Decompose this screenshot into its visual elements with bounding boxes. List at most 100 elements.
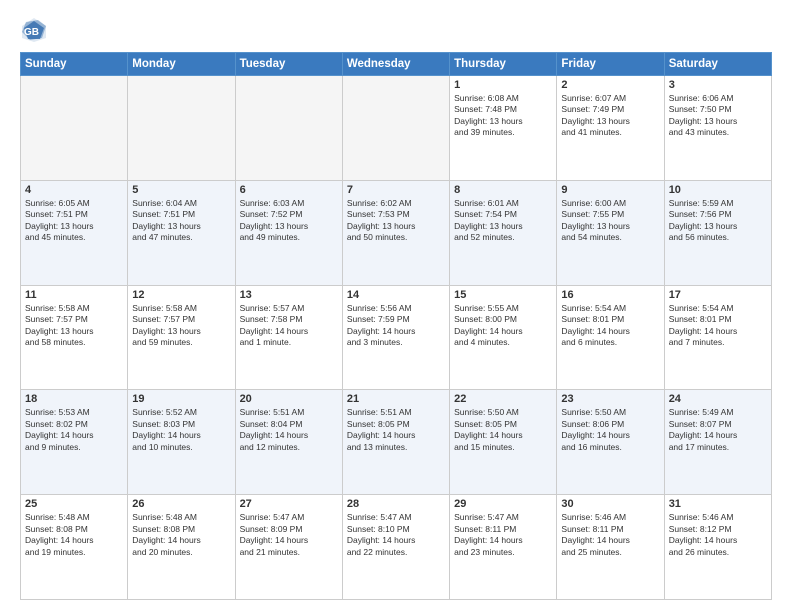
calendar-cell: 6Sunrise: 6:03 AMSunset: 7:52 PMDaylight…	[235, 180, 342, 285]
day-info: Sunrise: 5:57 AMSunset: 7:58 PMDaylight:…	[240, 303, 338, 349]
day-number: 30	[561, 498, 659, 510]
calendar-cell: 17Sunrise: 5:54 AMSunset: 8:01 PMDayligh…	[664, 285, 771, 390]
day-number: 1	[454, 79, 552, 91]
day-number: 27	[240, 498, 338, 510]
day-info: Sunrise: 6:06 AMSunset: 7:50 PMDaylight:…	[669, 93, 767, 139]
day-number: 29	[454, 498, 552, 510]
calendar-cell: 10 Sunrise: 5:59 AMSunset: 7:56 PMDayligh…	[664, 180, 771, 285]
day-number: 2	[561, 79, 659, 91]
logo: GB	[20, 16, 50, 44]
calendar-cell: 26 Sunrise: 5:48 AMSunset: 8:08 PMDayligh…	[128, 495, 235, 600]
day-number: 23	[561, 393, 659, 405]
day-number: 24	[669, 393, 767, 405]
day-info: Sunrise: 6:07 AMSunset: 7:49 PMDaylight:…	[561, 93, 659, 139]
day-number: 11	[25, 289, 123, 301]
calendar-header-saturday: Saturday	[664, 53, 771, 76]
calendar-cell: 11 Sunrise: 5:58 AMSunset: 7:57 PMDayligh…	[21, 285, 128, 390]
logo-icon: GB	[20, 16, 48, 44]
calendar-cell	[342, 76, 449, 181]
calendar-week-1: 1Sunrise: 6:08 AMSunset: 7:48 PMDaylight…	[21, 76, 772, 181]
calendar-week-3: 11 Sunrise: 5:58 AMSunset: 7:57 PMDayligh…	[21, 285, 772, 390]
day-number: 31	[669, 498, 767, 510]
day-number: 28	[347, 498, 445, 510]
calendar-header-wednesday: Wednesday	[342, 53, 449, 76]
day-info: Sunrise: 5:49 AMSunset: 8:07 PMDaylight:…	[669, 407, 767, 453]
calendar-cell: 9Sunrise: 6:00 AMSunset: 7:55 PMDaylight…	[557, 180, 664, 285]
day-number: 26	[132, 498, 230, 510]
day-number: 12	[132, 289, 230, 301]
day-number: 4	[25, 184, 123, 196]
day-info: Sunrise: 5:47 AMSunset: 8:09 PMDaylight:…	[240, 512, 338, 558]
day-info: Sunrise: 5:54 AMSunset: 8:01 PMDaylight:…	[561, 303, 659, 349]
calendar-header-thursday: Thursday	[450, 53, 557, 76]
day-number: 7	[347, 184, 445, 196]
calendar-cell: 20Sunrise: 5:51 AMSunset: 8:04 PMDayligh…	[235, 390, 342, 495]
day-number: 18	[25, 393, 123, 405]
calendar-cell: 28 Sunrise: 5:47 AMSunset: 8:10 PMDayligh…	[342, 495, 449, 600]
day-info: Sunrise: 5:50 AMSunset: 8:05 PMDaylight:…	[454, 407, 552, 453]
day-info: Sunrise: 5:58 AMSunset: 7:57 PMDaylight:…	[25, 303, 123, 349]
calendar-cell: 8Sunrise: 6:01 AMSunset: 7:54 PMDaylight…	[450, 180, 557, 285]
calendar-cell: 24 Sunrise: 5:49 AMSunset: 8:07 PMDayligh…	[664, 390, 771, 495]
day-info: Sunrise: 5:50 AMSunset: 8:06 PMDaylight:…	[561, 407, 659, 453]
day-number: 14	[347, 289, 445, 301]
day-number: 25	[25, 498, 123, 510]
day-info: Sunrise: 6:04 AMSunset: 7:51 PMDaylight:…	[132, 198, 230, 244]
calendar-week-5: 25 Sunrise: 5:48 AMSunset: 8:08 PMDayligh…	[21, 495, 772, 600]
day-number: 15	[454, 289, 552, 301]
calendar-cell: 29 Sunrise: 5:47 AMSunset: 8:11 PMDayligh…	[450, 495, 557, 600]
day-number: 16	[561, 289, 659, 301]
day-number: 5	[132, 184, 230, 196]
calendar-cell: 15 Sunrise: 5:55 AMSunset: 8:00 PMDayligh…	[450, 285, 557, 390]
calendar-cell: 21Sunrise: 5:51 AMSunset: 8:05 PMDayligh…	[342, 390, 449, 495]
calendar-cell: 19 Sunrise: 5:52 AMSunset: 8:03 PMDayligh…	[128, 390, 235, 495]
day-number: 10	[669, 184, 767, 196]
day-info: Sunrise: 5:46 AMSunset: 8:11 PMDaylight:…	[561, 512, 659, 558]
header: GB	[20, 16, 772, 44]
day-info: Sunrise: 6:05 AMSunset: 7:51 PMDaylight:…	[25, 198, 123, 244]
calendar-cell: 27 Sunrise: 5:47 AMSunset: 8:09 PMDayligh…	[235, 495, 342, 600]
calendar-cell: 2 Sunrise: 6:07 AMSunset: 7:49 PMDaylight…	[557, 76, 664, 181]
calendar-header-monday: Monday	[128, 53, 235, 76]
calendar-header-row: SundayMondayTuesdayWednesdayThursdayFrid…	[21, 53, 772, 76]
day-info: Sunrise: 5:48 AMSunset: 8:08 PMDaylight:…	[132, 512, 230, 558]
calendar-week-4: 18 Sunrise: 5:53 AMSunset: 8:02 PMDayligh…	[21, 390, 772, 495]
day-number: 22	[454, 393, 552, 405]
calendar-cell: 3 Sunrise: 6:06 AMSunset: 7:50 PMDaylight…	[664, 76, 771, 181]
day-number: 13	[240, 289, 338, 301]
day-info: Sunrise: 5:46 AMSunset: 8:12 PMDaylight:…	[669, 512, 767, 558]
day-info: Sunrise: 5:47 AMSunset: 8:11 PMDaylight:…	[454, 512, 552, 558]
day-info: Sunrise: 5:59 AMSunset: 7:56 PMDaylight:…	[669, 198, 767, 244]
calendar-cell: 30 Sunrise: 5:46 AMSunset: 8:11 PMDayligh…	[557, 495, 664, 600]
calendar-week-2: 4 Sunrise: 6:05 AMSunset: 7:51 PMDaylight…	[21, 180, 772, 285]
calendar-header-sunday: Sunday	[21, 53, 128, 76]
calendar-cell: 23 Sunrise: 5:50 AMSunset: 8:06 PMDayligh…	[557, 390, 664, 495]
calendar-cell: 18 Sunrise: 5:53 AMSunset: 8:02 PMDayligh…	[21, 390, 128, 495]
calendar-cell: 16 Sunrise: 5:54 AMSunset: 8:01 PMDayligh…	[557, 285, 664, 390]
calendar-cell	[235, 76, 342, 181]
day-number: 3	[669, 79, 767, 91]
day-number: 9	[561, 184, 659, 196]
day-info: Sunrise: 5:52 AMSunset: 8:03 PMDaylight:…	[132, 407, 230, 453]
day-info: Sunrise: 5:56 AMSunset: 7:59 PMDaylight:…	[347, 303, 445, 349]
calendar-cell: 31 Sunrise: 5:46 AMSunset: 8:12 PMDayligh…	[664, 495, 771, 600]
calendar-cell: 25Sunrise: 5:48 AMSunset: 8:08 PMDayligh…	[21, 495, 128, 600]
day-number: 20	[240, 393, 338, 405]
calendar-table: SundayMondayTuesdayWednesdayThursdayFrid…	[20, 52, 772, 600]
calendar-cell	[128, 76, 235, 181]
calendar-cell: 13 Sunrise: 5:57 AMSunset: 7:58 PMDayligh…	[235, 285, 342, 390]
day-info: Sunrise: 5:55 AMSunset: 8:00 PMDaylight:…	[454, 303, 552, 349]
page: GB SundayMondayTuesdayWednesdayThursdayF…	[0, 0, 792, 612]
day-info: Sunrise: 5:47 AMSunset: 8:10 PMDaylight:…	[347, 512, 445, 558]
day-info: Sunrise: 5:51 AMSunset: 8:05 PMDaylight:…	[347, 407, 445, 453]
calendar-cell: 12Sunrise: 5:58 AMSunset: 7:57 PMDayligh…	[128, 285, 235, 390]
calendar-cell: 4 Sunrise: 6:05 AMSunset: 7:51 PMDaylight…	[21, 180, 128, 285]
calendar-header-tuesday: Tuesday	[235, 53, 342, 76]
day-info: Sunrise: 5:53 AMSunset: 8:02 PMDaylight:…	[25, 407, 123, 453]
calendar-cell: 1Sunrise: 6:08 AMSunset: 7:48 PMDaylight…	[450, 76, 557, 181]
day-number: 19	[132, 393, 230, 405]
day-info: Sunrise: 6:01 AMSunset: 7:54 PMDaylight:…	[454, 198, 552, 244]
calendar-cell: 5 Sunrise: 6:04 AMSunset: 7:51 PMDaylight…	[128, 180, 235, 285]
calendar-header-friday: Friday	[557, 53, 664, 76]
day-number: 17	[669, 289, 767, 301]
